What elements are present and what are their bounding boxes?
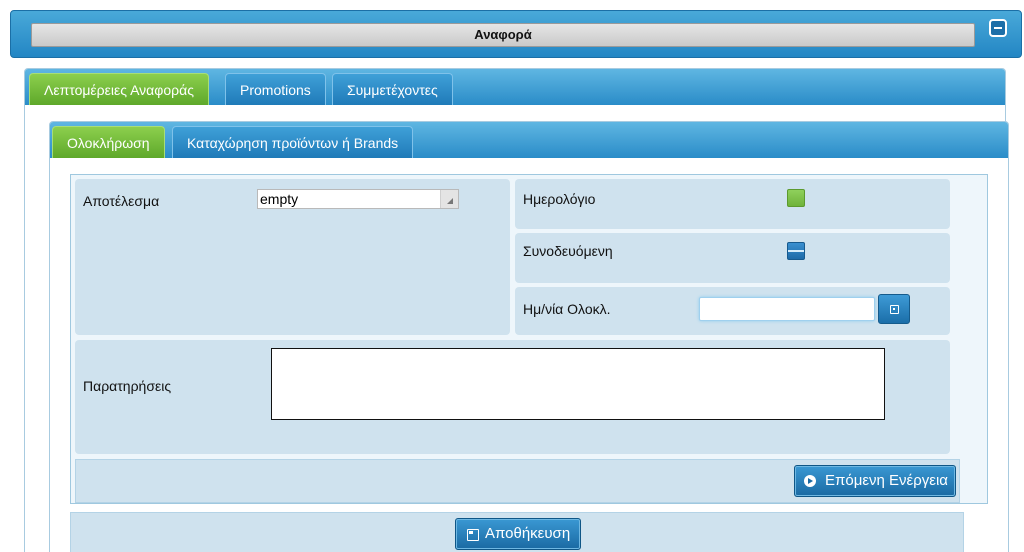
window-title: Αναφορά xyxy=(31,23,975,47)
next-action-strip: Επόμενη Ενέργεια xyxy=(75,459,960,503)
completion-tabbar: Ολοκλήρωση Καταχώρηση προϊόντων ή Brands xyxy=(50,122,1008,158)
tab-products-brands[interactable]: Καταχώρηση προϊόντων ή Brands xyxy=(172,126,414,158)
next-action-label: Επόμενη Ενέργεια xyxy=(825,472,948,489)
minus-icon[interactable] xyxy=(989,19,1007,37)
attached-checkbox[interactable] xyxy=(787,242,805,260)
attached-label: Συνοδευόμενη xyxy=(523,243,613,259)
report-tabbar: Λεπτομέρειες Αναφοράς Promotions Συμμετέ… xyxy=(25,69,1005,105)
tab-participants[interactable]: Συμμετέχοντες xyxy=(332,73,453,105)
result-label: Αποτέλεσμα xyxy=(83,193,160,209)
tab-completion[interactable]: Ολοκλήρωση xyxy=(52,126,165,158)
completion-date-input[interactable] xyxy=(699,297,875,321)
notes-textarea[interactable] xyxy=(271,348,885,420)
calendar-cell: Ημερολόγιο xyxy=(515,179,950,229)
save-button[interactable]: Αποθήκευση xyxy=(455,518,581,550)
save-icon xyxy=(467,529,479,541)
notes-cell: Παρατηρήσεις xyxy=(75,340,950,454)
arrow-right-circle-icon xyxy=(804,475,816,487)
completion-panel: Ολοκλήρωση Καταχώρηση προϊόντων ή Brands… xyxy=(49,121,1009,552)
notes-label: Παρατηρήσεις xyxy=(83,378,172,394)
save-label: Αποθήκευση xyxy=(485,525,571,542)
result-select-value: empty xyxy=(260,191,299,207)
result-select[interactable]: empty xyxy=(257,189,459,209)
dropdown-arrow-icon xyxy=(440,190,458,208)
completion-date-cell: Ημ/νία Ολοκλ. xyxy=(515,287,950,335)
attached-cell: Συνοδευόμενη xyxy=(515,233,950,283)
calendar-label: Ημερολόγιο xyxy=(523,191,596,207)
tab-report-details[interactable]: Λεπτομέρειες Αναφοράς xyxy=(29,73,209,105)
calendar-icon xyxy=(890,305,899,314)
save-strip: Αποθήκευση xyxy=(70,512,964,552)
completion-form: Αποτέλεσμα empty Ημερολόγιο Συνοδευόμενη… xyxy=(70,174,988,504)
calendar-picker-button[interactable] xyxy=(878,294,910,324)
calendar-checkbox[interactable] xyxy=(787,189,805,207)
tab-promotions[interactable]: Promotions xyxy=(225,73,326,105)
next-action-button[interactable]: Επόμενη Ενέργεια xyxy=(794,465,956,497)
result-cell: Αποτέλεσμα empty xyxy=(75,179,510,335)
report-panel: Λεπτομέρειες Αναφοράς Promotions Συμμετέ… xyxy=(24,68,1009,552)
window-title-bar: Αναφορά xyxy=(10,10,1022,58)
completion-date-label: Ημ/νία Ολοκλ. xyxy=(523,301,611,317)
